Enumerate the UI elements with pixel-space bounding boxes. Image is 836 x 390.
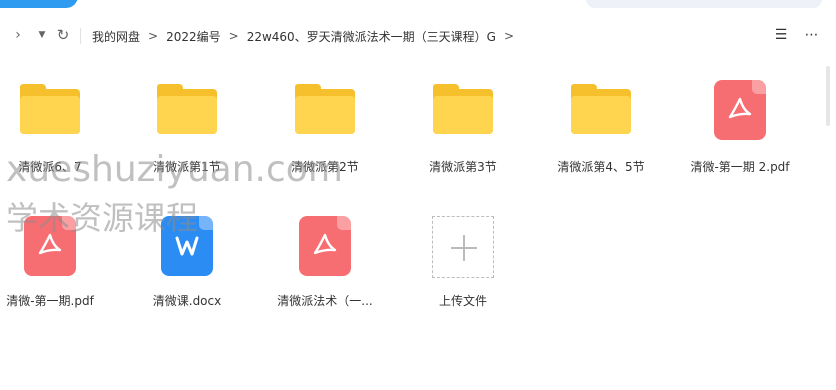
breadcrumb-item-current-folder[interactable]: 22w460、罗天清微派法术一期（三天课程）G [247, 28, 496, 45]
breadcrumb-separator: > [148, 29, 159, 43]
active-tab-edge[interactable] [0, 0, 78, 8]
folder-icon [295, 84, 355, 134]
sort-icon[interactable]: ☰ [772, 26, 790, 44]
breadcrumb-expand-icon[interactable]: > [504, 29, 514, 43]
file-name: 清微派第3节 [429, 160, 497, 174]
refresh-icon[interactable]: ↻ [54, 25, 72, 45]
breadcrumb-separator: > [228, 29, 239, 43]
folder-icon [433, 84, 493, 134]
file-item-pdf[interactable]: 清微-第一期 2.pdf [678, 80, 802, 190]
pdf-file-icon [714, 80, 766, 140]
file-item-folder[interactable]: 清微派第1节 [125, 84, 249, 194]
upload-label: 上传文件 [438, 294, 487, 308]
upload-file-button[interactable]: 上传文件 [401, 216, 525, 326]
pdf-file-icon [24, 216, 76, 276]
folder-icon [571, 84, 631, 134]
breadcrumb: 我的网盘 > 2022编号 > 22w460、罗天清微派法术一期（三天课程）G … [92, 26, 522, 46]
file-item-folder[interactable]: 清微派第2节 [263, 84, 387, 194]
scrollbar-thumb[interactable] [826, 66, 830, 126]
search-bar-edge[interactable] [586, 0, 822, 8]
file-name: 清微-第一期 2.pdf [690, 160, 790, 174]
file-item-pdf[interactable]: 清微派法术（一... [263, 216, 387, 326]
file-name: 清微派第1节 [153, 160, 221, 174]
more-icon[interactable]: ⋯ [802, 26, 820, 44]
add-icon [432, 216, 494, 278]
file-item-folder[interactable]: 清微派6、7 [0, 84, 112, 194]
folder-icon [20, 84, 80, 134]
breadcrumb-item-my-drive[interactable]: 我的网盘 [92, 28, 140, 45]
top-strip [0, 0, 836, 10]
file-name: 清微-第一期.pdf [6, 294, 94, 308]
file-name: 清微派第4、5节 [557, 160, 645, 174]
breadcrumb-item-2022[interactable]: 2022编号 [166, 28, 221, 45]
file-name: 清微派第2节 [291, 160, 359, 174]
toolbar-divider [80, 28, 81, 44]
file-item-pdf[interactable]: 清微-第一期.pdf [0, 216, 112, 326]
file-name: 清微派6、7 [18, 160, 82, 174]
file-item-folder[interactable]: 清微派第4、5节 [539, 84, 663, 194]
file-item-docx[interactable]: 清微课.docx [125, 216, 249, 326]
history-dropdown-icon[interactable]: ▼ [34, 25, 50, 45]
pdf-file-icon [299, 216, 351, 276]
forward-icon[interactable]: › [10, 25, 26, 45]
toolbar: › ▼ ↻ 我的网盘 > 2022编号 > 22w460、罗天清微派法术一期（三… [0, 20, 836, 50]
file-name: 清微派法术（一... [277, 294, 373, 308]
file-name: 清微课.docx [152, 294, 222, 308]
scrollbar[interactable] [822, 56, 834, 386]
folder-icon [157, 84, 217, 134]
file-item-folder[interactable]: 清微派第3节 [401, 84, 525, 194]
word-file-icon [161, 216, 213, 276]
